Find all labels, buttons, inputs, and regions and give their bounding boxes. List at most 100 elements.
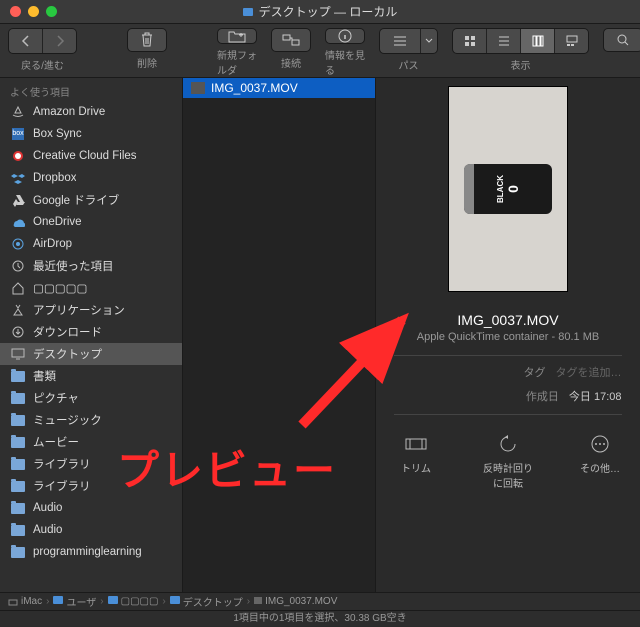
- sidebar-item-icon: [10, 148, 26, 164]
- sidebar-item-label: programminglearning: [33, 546, 142, 558]
- search-button[interactable]: [603, 28, 640, 52]
- sidebar-item-icon: [10, 104, 26, 120]
- sidebar-item[interactable]: ピクチャ: [0, 387, 182, 409]
- path-segment[interactable]: IMG_0037.MOV: [254, 596, 337, 607]
- more-action[interactable]: その他…: [572, 433, 628, 490]
- sidebar-item-icon: [10, 434, 26, 450]
- sidebar-item-icon: [10, 192, 26, 208]
- sidebar-item[interactable]: Audio: [0, 497, 182, 519]
- sidebar-item-icon: [10, 346, 26, 362]
- sidebar-item-label: Audio: [33, 524, 62, 536]
- sidebar-item[interactable]: AirDrop: [0, 233, 182, 255]
- nav-label: 戻る/進む: [21, 57, 64, 72]
- file-name: IMG_0037.MOV: [211, 81, 298, 95]
- thumbnail-content: BLACK0: [464, 164, 552, 214]
- sidebar-item[interactable]: OneDrive: [0, 211, 182, 233]
- sidebar-item-icon: [10, 214, 26, 230]
- toolbar: 戻る/進む 削除 新規フォルダ 接続 情報を見る パス 表示: [0, 24, 640, 78]
- trim-action[interactable]: トリム: [388, 433, 444, 490]
- sidebar-item[interactable]: 書類: [0, 365, 182, 387]
- sidebar-item-icon: [10, 456, 26, 472]
- sidebar-item[interactable]: programminglearning: [0, 541, 182, 563]
- sidebar-item-icon: [10, 412, 26, 428]
- sidebar-item-label: Amazon Drive: [33, 106, 105, 118]
- preview-filename: IMG_0037.MOV: [457, 312, 558, 328]
- sidebar-item-label: 書類: [33, 368, 56, 384]
- sidebar-item-label: ダウンロード: [33, 324, 102, 340]
- sidebar-item[interactable]: デスクトップ: [0, 343, 182, 365]
- window-title: デスクトップ — ローカル: [259, 3, 398, 20]
- sidebar-item[interactable]: ダウンロード: [0, 321, 182, 343]
- status-bar: 1項目中の1項目を選択、30.38 GB空き: [0, 610, 640, 626]
- sidebar-item-icon: box: [10, 126, 26, 142]
- sidebar-item[interactable]: アプリケーション: [0, 299, 182, 321]
- file-row[interactable]: IMG_0037.MOV: [183, 78, 375, 98]
- titlebar: デスクトップ — ローカル: [0, 0, 640, 24]
- info-button[interactable]: [325, 28, 365, 44]
- delete-button[interactable]: [127, 28, 167, 52]
- path-segment[interactable]: デスクトップ: [170, 594, 243, 609]
- path-segment[interactable]: iMac: [8, 596, 42, 607]
- path-segment[interactable]: ユーザ: [53, 594, 96, 609]
- path-icon: [170, 596, 180, 607]
- sidebar-item-icon: [10, 170, 26, 186]
- sidebar-item[interactable]: Google ドライブ: [0, 189, 182, 211]
- sidebar-item-label: ライブラリ: [33, 478, 91, 494]
- sidebar-item[interactable]: Amazon Drive: [0, 101, 182, 123]
- sidebar-item-label: Dropbox: [33, 172, 76, 184]
- path-segment[interactable]: ▢▢▢▢: [108, 596, 159, 607]
- sidebar-item[interactable]: ミュージック: [0, 409, 182, 431]
- sidebar-item[interactable]: ライブラリ: [0, 453, 182, 475]
- sidebar-header: よく使う項目: [0, 78, 182, 101]
- sidebar-item-label: ピクチャ: [33, 390, 79, 406]
- created-value: 今日 17:08: [569, 388, 622, 404]
- tag-input[interactable]: タグを追加…: [556, 364, 622, 380]
- view-icon-button[interactable]: [453, 29, 486, 53]
- path-dropdown[interactable]: [421, 29, 437, 53]
- sidebar-item-icon: [10, 478, 26, 494]
- sidebar-item[interactable]: 最近使った項目: [0, 255, 182, 277]
- path-icon: [108, 596, 118, 607]
- sidebar-item-label: Google ドライブ: [33, 192, 119, 208]
- preview-thumbnail[interactable]: BLACK0: [448, 86, 568, 292]
- sidebar-item[interactable]: ▢▢▢▢▢: [0, 277, 182, 299]
- sidebar-item-icon: [10, 236, 26, 252]
- view-column-button[interactable]: [521, 29, 554, 53]
- sidebar-item[interactable]: Dropbox: [0, 167, 182, 189]
- sidebar-item[interactable]: box Box Sync: [0, 123, 182, 145]
- sidebar-item[interactable]: ライブラリ: [0, 475, 182, 497]
- file-list: IMG_0037.MOV: [183, 78, 376, 592]
- view-gallery-button[interactable]: [555, 29, 588, 53]
- path-icon: [254, 596, 262, 607]
- sidebar-item-icon: [10, 368, 26, 384]
- sidebar-item-label: ▢▢▢▢▢: [33, 281, 87, 295]
- sidebar-item-icon: [10, 522, 26, 538]
- sidebar-item-label: AirDrop: [33, 238, 72, 250]
- sidebar-item-label: Audio: [33, 502, 62, 514]
- sidebar-item-icon: [10, 390, 26, 406]
- sidebar-item-label: Box Sync: [33, 128, 82, 140]
- sidebar-item-label: アプリケーション: [33, 302, 125, 318]
- new-folder-button[interactable]: [217, 28, 257, 44]
- rotate-action[interactable]: 反時計回りに回転: [480, 433, 536, 490]
- path-icon: [8, 597, 18, 607]
- forward-button[interactable]: [43, 29, 76, 53]
- sidebar: よく使う項目 Amazon Drive box Box Sync Creative C…: [0, 78, 183, 592]
- view-switcher: [452, 28, 589, 54]
- tag-label: タグ: [524, 364, 546, 380]
- sidebar-item-icon: [10, 280, 26, 296]
- sidebar-item-label: デスクトップ: [33, 346, 102, 362]
- connect-button[interactable]: [271, 28, 311, 52]
- path-button[interactable]: [380, 29, 420, 53]
- sidebar-item-label: Creative Cloud Files: [33, 150, 137, 162]
- sidebar-item-label: ミュージック: [33, 412, 102, 428]
- folder-icon: [243, 8, 253, 16]
- sidebar-item[interactable]: Creative Cloud Files: [0, 145, 182, 167]
- sidebar-item-icon: [10, 500, 26, 516]
- sidebar-item[interactable]: ムービー: [0, 431, 182, 453]
- view-list-button[interactable]: [487, 29, 520, 53]
- back-button[interactable]: [9, 29, 42, 53]
- preview-pane: BLACK0 IMG_0037.MOV Apple QuickTime cont…: [376, 78, 640, 592]
- sidebar-item-icon: [10, 324, 26, 340]
- sidebar-item[interactable]: Audio: [0, 519, 182, 541]
